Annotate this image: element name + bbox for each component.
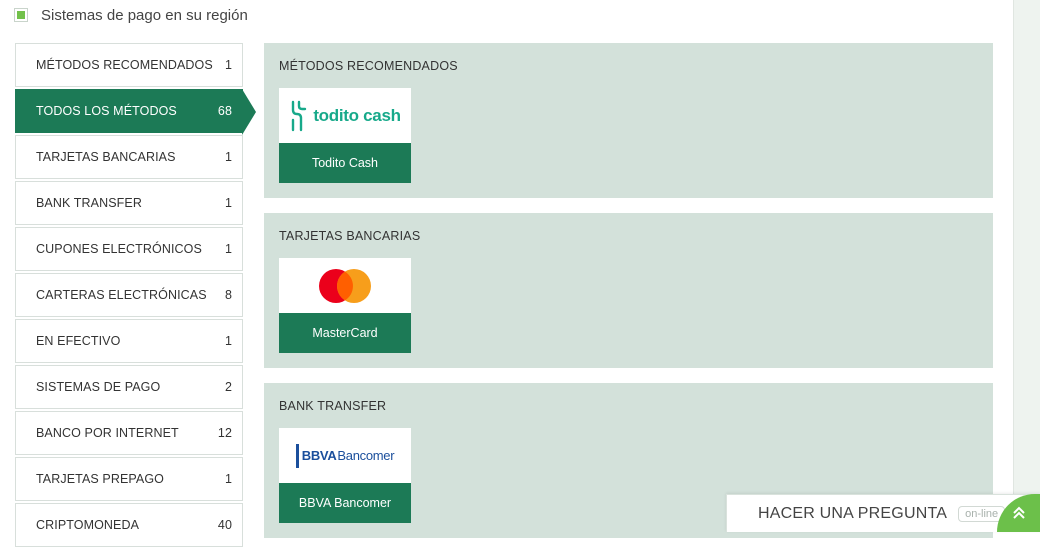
sidebar-item-label: SISTEMAS DE PAGO <box>36 380 161 394</box>
payment-card-todito-cash[interactable]: todito cash Todito Cash <box>279 88 411 183</box>
sidebar-item-bank-cards[interactable]: TARJETAS BANCARIAS 1 <box>15 135 243 179</box>
bbva-logo-text: BBVA <box>301 448 337 463</box>
category-sidebar: MÉTODOS RECOMENDADOS 1 TODOS LOS MÉTODOS… <box>15 43 256 549</box>
sidebar-item-count: 1 <box>224 334 232 348</box>
sidebar-item-recommended[interactable]: MÉTODOS RECOMENDADOS 1 <box>15 43 243 87</box>
sidebar-item-crypto[interactable]: CRIPTOMONEDA 40 <box>15 503 243 547</box>
section-title: MÉTODOS RECOMENDADOS <box>279 59 458 73</box>
ask-question-label: HACER UNA PREGUNTA <box>758 504 948 522</box>
sidebar-item-cash[interactable]: EN EFECTIVO 1 <box>15 319 243 363</box>
sidebar-item-all-methods[interactable]: TODOS LOS MÉTODOS 68 <box>15 89 256 135</box>
region-checkbox[interactable] <box>14 8 28 22</box>
payment-card-label: BBVA Bancomer <box>279 483 411 523</box>
sidebar-item-label: EN EFECTIVO <box>36 334 121 348</box>
sidebar-item-internet-banking[interactable]: BANCO POR INTERNET 12 <box>15 411 243 455</box>
sidebar-item-label: BANCO POR INTERNET <box>36 426 179 440</box>
payment-card-bbva-bancomer[interactable]: BBVA Bancomer BBVA Bancomer <box>279 428 411 523</box>
payment-card-label: Todito Cash <box>279 143 411 183</box>
sidebar-item-count: 1 <box>224 58 232 72</box>
section-bank-cards: TARJETAS BANCARIAS MasterCard <box>264 213 993 368</box>
sidebar-item-label: TARJETAS PREPAGO <box>36 472 165 486</box>
right-edge-strip <box>1013 0 1040 531</box>
region-filter[interactable]: Sistemas de pago en su región <box>14 6 248 24</box>
sidebar-item-count: 1 <box>224 196 232 210</box>
mastercard-logo <box>279 258 411 313</box>
section-title: BANK TRANSFER <box>279 399 387 413</box>
sidebar-item-label: BANK TRANSFER <box>36 196 142 210</box>
sidebar-item-count: 8 <box>224 288 232 302</box>
sidebar-item-count: 40 <box>217 518 232 532</box>
sidebar-item-label: CUPONES ELECTRÓNICOS <box>36 242 202 256</box>
expand-chat-button[interactable] <box>997 494 1040 532</box>
sidebar-item-count: 1 <box>224 150 232 164</box>
bancomer-logo-text: Bancomer <box>337 448 395 463</box>
todito-mark-icon <box>292 100 307 131</box>
todito-cash-logo: todito cash <box>279 88 411 143</box>
sidebar-item-e-wallets[interactable]: CARTERAS ELECTRÓNICAS 8 <box>15 273 243 317</box>
sidebar-item-count: 1 <box>224 242 232 256</box>
sidebar-item-label: CARTERAS ELECTRÓNICAS <box>36 288 207 302</box>
sidebar-item-label: CRIPTOMONEDA <box>36 518 140 532</box>
sidebar-item-e-vouchers[interactable]: CUPONES ELECTRÓNICOS 1 <box>15 227 243 271</box>
todito-logo-text: todito cash <box>313 105 401 125</box>
sidebar-item-count: 1 <box>224 472 232 486</box>
region-label: Sistemas de pago en su región <box>41 6 248 24</box>
sidebar-item-bank-transfer[interactable]: BANK TRANSFER 1 <box>15 181 243 225</box>
sidebar-item-label: TARJETAS BANCARIAS <box>36 150 176 164</box>
sidebar-item-count: 12 <box>217 426 232 440</box>
checkbox-fill <box>17 11 25 19</box>
ask-question-widget[interactable]: HACER UNA PREGUNTA on-line <box>726 494 1040 532</box>
sidebar-item-count: 68 <box>217 104 232 118</box>
sidebar-item-count: 2 <box>224 380 232 394</box>
payment-card-mastercard[interactable]: MasterCard <box>279 258 411 353</box>
payment-card-label: MasterCard <box>279 313 411 353</box>
sidebar-item-label: MÉTODOS RECOMENDADOS <box>36 58 213 72</box>
sidebar-item-label: TODOS LOS MÉTODOS <box>36 104 177 118</box>
section-title: TARJETAS BANCARIAS <box>279 229 421 243</box>
section-recommended: MÉTODOS RECOMENDADOS todito cash Todito … <box>264 43 993 198</box>
payment-methods-content: MÉTODOS RECOMENDADOS todito cash Todito … <box>264 43 993 553</box>
mastercard-circles-icon <box>319 268 371 303</box>
bbva-bancomer-logo: BBVA Bancomer <box>279 428 411 483</box>
bbva-bar-icon <box>295 443 299 468</box>
double-chevron-up-icon <box>1013 506 1025 519</box>
sidebar-item-payment-systems[interactable]: SISTEMAS DE PAGO 2 <box>15 365 243 409</box>
sidebar-item-prepaid-cards[interactable]: TARJETAS PREPAGO 1 <box>15 457 243 501</box>
